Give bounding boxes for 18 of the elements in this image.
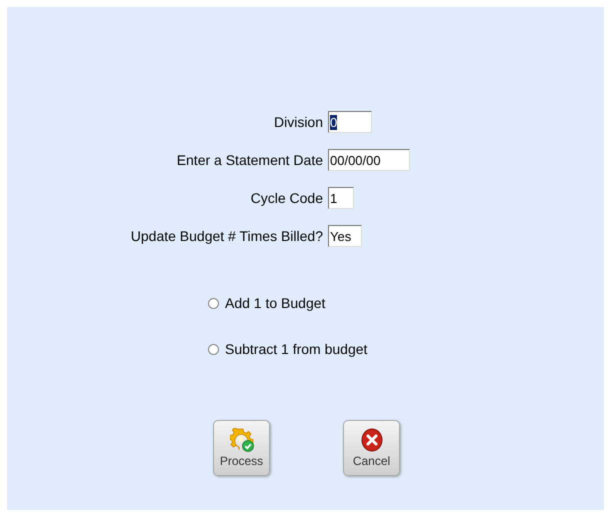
radio-button[interactable] [208, 344, 219, 354]
input-field[interactable]: 0 [328, 111, 372, 133]
radio-option[interactable]: Add 1 to Budget [208, 295, 604, 311]
cancel-button[interactable]: Cancel [343, 420, 400, 476]
field-label: Enter a Statement Date [176, 152, 323, 168]
field-label: Cycle Code [250, 190, 323, 206]
field-label: Update Budget # Times Billed? [130, 228, 323, 244]
process-button[interactable]: Process [213, 420, 270, 476]
radio-button[interactable] [208, 298, 219, 308]
field-label: Division [272, 114, 323, 130]
gear-check-icon [230, 428, 254, 452]
radio-option[interactable]: Subtract 1 from budget [208, 341, 604, 357]
input-field[interactable]: 00/00/00 [328, 149, 410, 171]
input-field[interactable]: Yes [328, 225, 362, 247]
option-label: Subtract 1 from budget [225, 341, 368, 357]
option-label: Add 1 to Budget [225, 295, 326, 311]
input-field[interactable]: 1 [328, 187, 354, 209]
close-icon [360, 428, 384, 452]
